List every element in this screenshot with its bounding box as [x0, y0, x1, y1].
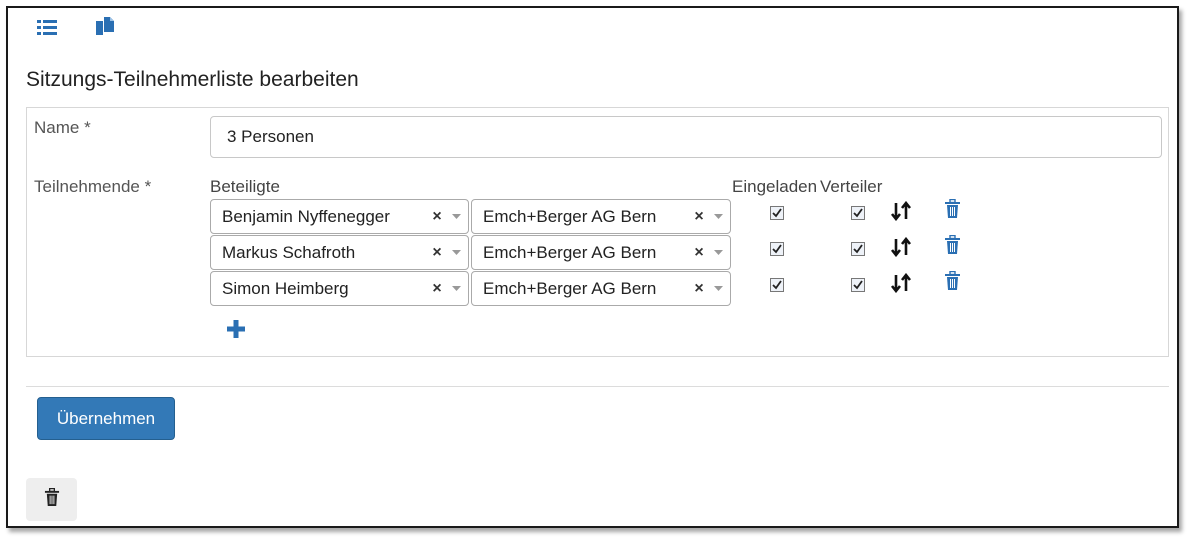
dropdown-arrow-icon[interactable]	[706, 214, 730, 219]
column-header-eingeladen: Eingeladen	[732, 177, 818, 196]
sort-icon[interactable]	[890, 272, 912, 298]
copy-icon[interactable]	[94, 16, 116, 36]
add-participant-icon[interactable]	[227, 320, 245, 343]
trash-icon[interactable]	[944, 198, 961, 224]
name-label: Name *	[34, 118, 91, 137]
column-header-beteiligte: Beteiligte	[210, 177, 280, 196]
dropdown-arrow-icon[interactable]	[444, 214, 468, 219]
dropdown-arrow-icon[interactable]	[706, 250, 730, 255]
submit-button[interactable]: Übernehmen	[37, 397, 175, 440]
person-select-value: Markus Schafroth	[222, 242, 356, 262]
page-title: Sitzungs-Teilnehmerliste bearbeiten	[26, 68, 359, 91]
trash-icon	[44, 487, 60, 512]
organization-select[interactable]: Emch+Berger AG Bern ×	[471, 235, 731, 270]
trash-icon[interactable]	[944, 270, 961, 296]
window-frame: Sitzungs-Teilnehmerliste bearbeiten Name…	[6, 6, 1179, 528]
verteiler-checkbox[interactable]	[851, 278, 865, 292]
separator	[26, 386, 1169, 387]
dropdown-arrow-icon[interactable]	[444, 250, 468, 255]
sort-icon[interactable]	[890, 236, 912, 262]
organization-select-value: Emch+Berger AG Bern	[483, 242, 657, 262]
trash-icon[interactable]	[944, 234, 961, 260]
clear-person-icon[interactable]: ×	[430, 208, 444, 226]
list-icon[interactable]	[36, 18, 58, 38]
eingeladen-checkbox[interactable]	[770, 278, 784, 292]
clear-person-icon[interactable]: ×	[430, 244, 444, 262]
column-header-verteiler: Verteiler	[820, 177, 883, 196]
name-input[interactable]	[210, 116, 1162, 158]
organization-select[interactable]: Emch+Berger AG Bern ×	[471, 271, 731, 306]
participants-label: Teilnehmende *	[34, 177, 152, 196]
eingeladen-checkbox[interactable]	[770, 242, 784, 256]
clear-organization-icon[interactable]: ×	[692, 208, 706, 226]
eingeladen-checkbox[interactable]	[770, 206, 784, 220]
person-select[interactable]: Benjamin Nyffenegger ×	[210, 199, 469, 234]
clear-organization-icon[interactable]: ×	[692, 280, 706, 298]
sort-icon[interactable]	[890, 200, 912, 226]
clear-organization-icon[interactable]: ×	[692, 244, 706, 262]
verteiler-checkbox[interactable]	[851, 206, 865, 220]
delete-button[interactable]	[26, 478, 77, 521]
person-select-value: Benjamin Nyffenegger	[222, 206, 390, 226]
person-select[interactable]: Simon Heimberg ×	[210, 271, 469, 306]
person-select-value: Simon Heimberg	[222, 278, 349, 298]
organization-select-value: Emch+Berger AG Bern	[483, 206, 657, 226]
clear-person-icon[interactable]: ×	[430, 280, 444, 298]
person-select[interactable]: Markus Schafroth ×	[210, 235, 469, 270]
dropdown-arrow-icon[interactable]	[706, 286, 730, 291]
organization-select-value: Emch+Berger AG Bern	[483, 278, 657, 298]
organization-select[interactable]: Emch+Berger AG Bern ×	[471, 199, 731, 234]
dropdown-arrow-icon[interactable]	[444, 286, 468, 291]
verteiler-checkbox[interactable]	[851, 242, 865, 256]
